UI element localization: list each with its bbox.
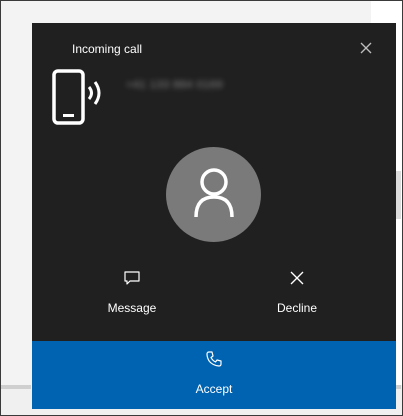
phone-handset-icon <box>206 351 222 367</box>
dialog-title: Incoming call <box>72 42 143 56</box>
person-icon <box>194 168 234 218</box>
accept-button[interactable]: Accept <box>32 341 396 409</box>
decline-label: Decline <box>276 301 318 315</box>
close-icon <box>360 42 372 54</box>
close-button[interactable] <box>358 40 374 56</box>
incoming-call-dialog: Incoming call +41 133 884 0169 Message D… <box>32 23 396 409</box>
avatar <box>166 147 261 242</box>
phone-ringing-icon <box>51 69 111 127</box>
accept-label: Accept <box>195 382 233 396</box>
caller-number: +41 133 884 0169 <box>126 79 224 91</box>
message-button[interactable]: Message <box>72 263 192 325</box>
chat-bubble-icon <box>124 271 140 285</box>
x-icon <box>290 271 304 285</box>
decline-button[interactable]: Decline <box>237 263 357 325</box>
message-label: Message <box>107 301 157 315</box>
background-divider <box>1 385 31 389</box>
window-frame: Incoming call +41 133 884 0169 Message D… <box>0 0 403 416</box>
